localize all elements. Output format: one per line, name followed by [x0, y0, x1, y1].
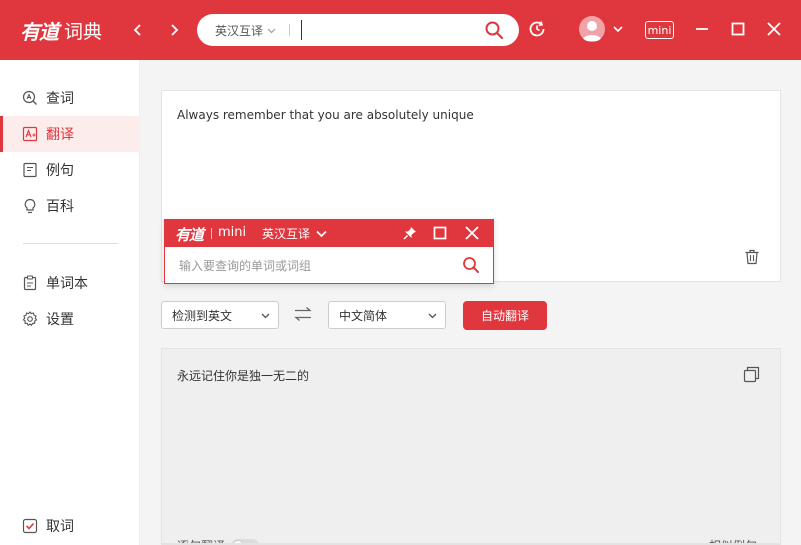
search-icon[interactable]: [484, 20, 504, 40]
gear-icon: [22, 311, 38, 327]
mini-maximize-button[interactable]: [433, 226, 447, 240]
sidebar-item-lookup[interactable]: 查词: [0, 80, 140, 116]
mini-mode-dropdown[interactable]: 英汉互译: [262, 225, 327, 242]
copy-icon[interactable]: [743, 366, 760, 383]
avatar[interactable]: [579, 16, 605, 42]
mini-window: 有道 mini 英汉互译: [164, 219, 494, 284]
sidebar-item-label: 百科: [46, 199, 74, 215]
lightbulb-icon: [24, 198, 36, 214]
auto-translate-button[interactable]: 自动翻译: [463, 301, 547, 330]
source-language-label: 检测到英文: [172, 308, 233, 323]
close-button[interactable]: [766, 21, 782, 37]
app-logo: 有道 词典: [20, 14, 102, 46]
chevron-left-icon: [133, 24, 141, 36]
result-text: 永远记住你是独一无二的: [177, 369, 310, 383]
swap-languages-icon[interactable]: [294, 306, 312, 322]
sidebar-item-label: 翻译: [46, 127, 74, 143]
sidebar-item-examples[interactable]: 例句: [0, 152, 140, 188]
mini-mode-label: mini: [647, 23, 672, 37]
forward-button[interactable]: [162, 18, 186, 42]
chevron-down-icon: [316, 230, 327, 237]
checkbox-checked-icon: [22, 518, 38, 534]
chevron-down-icon: [261, 313, 270, 319]
chevron-down-icon: [428, 313, 437, 319]
search-doc-icon: [22, 90, 37, 105]
source-text: Always remember that you are absolutely …: [177, 108, 474, 122]
auto-translate-label: 自动翻译: [480, 309, 529, 323]
translate-icon: [22, 126, 38, 142]
user-icon: [582, 21, 602, 41]
mini-title: mini: [218, 225, 247, 240]
search-input[interactable]: [301, 20, 471, 40]
sidebar-item-label: 例句: [46, 163, 74, 179]
mini-mode-label: 英汉互译: [262, 227, 311, 241]
chevron-right-icon: [171, 24, 179, 36]
title-bar: 有道 词典 英汉互译 mini: [0, 0, 801, 60]
clipboard-icon: [23, 275, 37, 291]
search-mode-dropdown[interactable]: 英汉互译: [215, 22, 276, 39]
sidebar-item-label: 单词本: [46, 276, 88, 292]
mini-search-input[interactable]: [179, 257, 449, 275]
mini-close-button[interactable]: [465, 226, 479, 240]
sidebar-item-settings[interactable]: 设置: [0, 301, 140, 337]
sidebar-item-translate[interactable]: 翻译: [0, 116, 140, 152]
sidebar-item-wordbook[interactable]: 单词本: [0, 265, 140, 301]
trash-icon[interactable]: [744, 249, 760, 265]
sidebar-divider: [23, 243, 118, 244]
source-language-select[interactable]: 检测到英文: [161, 301, 279, 329]
search-divider: [289, 24, 290, 36]
capture-word-toggle[interactable]: 取词: [0, 508, 140, 544]
target-language-label: 中文简体: [339, 308, 388, 323]
sidebar-item-label: 查词: [46, 91, 74, 107]
chevron-down-icon[interactable]: [613, 25, 623, 33]
maximize-button[interactable]: [730, 21, 746, 37]
history-icon[interactable]: [527, 19, 547, 39]
mini-divider: [211, 228, 212, 239]
minimize-button[interactable]: [694, 21, 710, 37]
capture-word-label: 取词: [46, 519, 74, 535]
search-box: 英汉互译: [197, 14, 519, 46]
search-icon[interactable]: [462, 256, 480, 274]
chevron-down-icon: [267, 28, 276, 34]
app-name: 词典: [64, 20, 103, 43]
target-language-select[interactable]: 中文简体: [328, 301, 446, 329]
search-mode-label: 英汉互译: [215, 24, 264, 38]
sidebar-item-encyclopedia[interactable]: 百科: [0, 188, 140, 224]
sidebar-item-label: 设置: [46, 312, 74, 328]
document-icon: [23, 162, 37, 178]
mini-brand: 有道: [175, 226, 204, 244]
back-button[interactable]: [126, 18, 150, 42]
result-area: 永远记住你是独一无二的 逐句翻译 相似例句: [161, 348, 781, 545]
sidebar: 查词 翻译 例句 百科 单词本 设置 取词: [0, 60, 140, 545]
mini-title-bar[interactable]: 有道 mini 英汉互译: [165, 220, 493, 247]
app-brand: 有道: [20, 19, 59, 44]
pin-icon[interactable]: [403, 226, 417, 240]
mini-mode-button[interactable]: mini: [645, 21, 674, 39]
